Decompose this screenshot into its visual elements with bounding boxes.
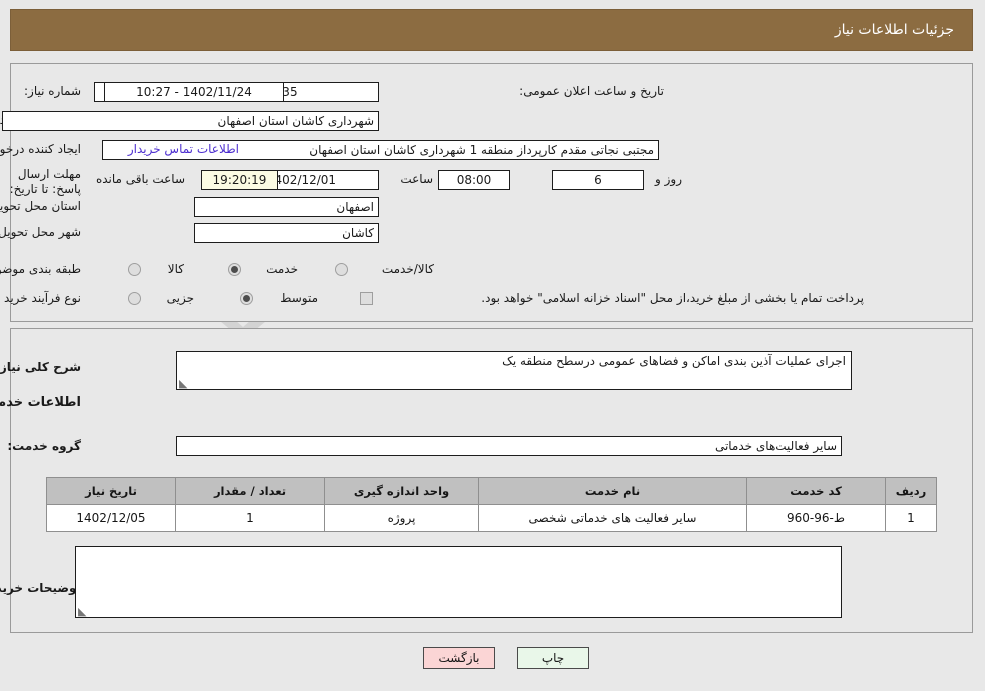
category-label: طبقه بندی موضوعی: xyxy=(0,262,82,276)
radio-process-minor[interactable] xyxy=(129,292,142,305)
cell-row: 1 xyxy=(886,504,938,532)
radio-category-goods[interactable] xyxy=(129,263,142,276)
page-title: جزئیات اطلاعات نیاز xyxy=(835,22,955,38)
table-header-row: ردیف کد خدمت نام خدمت واحد اندازه گیری ت… xyxy=(47,477,938,505)
province-value: اصفهان xyxy=(195,197,380,217)
countdown-value: 19:20:19 xyxy=(202,170,279,190)
table-row: 1 ط-96-960 سایر فعالیت های خدماتی شخصی پ… xyxy=(47,504,938,532)
need-number-label: شماره نیاز: xyxy=(25,84,82,98)
cell-date: 1402/12/05 xyxy=(47,504,177,532)
services-table: ردیف کد خدمت نام خدمت واحد اندازه گیری ت… xyxy=(47,477,938,532)
city-label: شهر محل تحویل: xyxy=(0,225,82,239)
remaining-hours-label: ساعت باقی مانده xyxy=(96,172,186,186)
remaining-days-label: روز و xyxy=(656,172,683,186)
process-type-label: نوع فرآیند خرید : xyxy=(0,291,82,305)
service-group-value: سایر فعالیت‌های خدماتی xyxy=(177,436,843,456)
radio-category-goods-service-label: کالا/خدمت xyxy=(382,262,435,276)
service-section-heading: اطلاعات خدمات مورد نیاز xyxy=(0,395,82,410)
cell-unit: پروژه xyxy=(325,504,480,532)
back-button[interactable]: بازگشت xyxy=(424,647,496,669)
buyer-contact-link[interactable]: اطلاعات تماس خریدار xyxy=(129,142,240,156)
col-row: ردیف xyxy=(886,477,938,505)
col-name: نام خدمت xyxy=(479,477,748,505)
buyer-org-value: شهرداری کاشان استان اصفهان xyxy=(3,111,380,131)
radio-category-goods-service[interactable] xyxy=(336,263,349,276)
col-date: تاریخ نیاز xyxy=(47,477,177,505)
deadline-label: مهلت ارسال پاسخ: تا تاریخ: xyxy=(10,167,82,196)
cell-code: ط-96-960 xyxy=(747,504,887,532)
requester-label: ایجاد کننده درخواست: xyxy=(0,142,82,156)
islamic-treasury-note: پرداخت تمام یا بخشی از مبلغ خرید،از محل … xyxy=(482,291,865,305)
resize-grip-icon[interactable]: ◢ xyxy=(180,377,190,389)
radio-category-service-label: خدمت xyxy=(267,262,299,276)
need-description-label: شرح کلی نیاز: xyxy=(0,360,82,374)
page-header-bar: جزئیات اطلاعات نیاز xyxy=(11,9,974,51)
deadline-time-value: 08:00 xyxy=(439,170,511,190)
radio-process-medium-label: متوسط xyxy=(281,291,319,305)
announce-date-value: 1402/11/24 - 10:27 xyxy=(105,82,285,102)
deadline-hour-label: ساعت xyxy=(401,172,434,186)
city-value: کاشان xyxy=(195,223,380,243)
service-group-label: گروه خدمت: xyxy=(8,439,82,453)
radio-process-minor-label: جزیی xyxy=(167,291,195,305)
print-button[interactable]: چاپ xyxy=(518,647,590,669)
need-description-value: اجرای عملیات آذین بندی اماکن و فضاهای عم… xyxy=(503,354,847,368)
checkbox-islamic-treasury[interactable] xyxy=(361,292,374,305)
buyer-notes-label: توضیحات خریدار: xyxy=(0,581,82,595)
need-description-textarea[interactable]: اجرای عملیات آذین بندی اماکن و فضاهای عم… xyxy=(177,351,853,390)
remaining-days-value: 6 xyxy=(553,170,645,190)
col-unit: واحد اندازه گیری xyxy=(325,477,480,505)
cell-qty: 1 xyxy=(176,504,326,532)
buyer-notes-textarea[interactable]: ◢ xyxy=(76,546,843,618)
radio-category-service[interactable] xyxy=(229,263,242,276)
cell-name: سایر فعالیت های خدماتی شخصی xyxy=(479,504,748,532)
radio-process-medium[interactable] xyxy=(241,292,254,305)
province-label: استان محل تحویل: xyxy=(0,199,82,213)
radio-category-goods-label: کالا xyxy=(168,262,185,276)
col-qty: تعداد / مقدار xyxy=(176,477,326,505)
col-code: کد خدمت xyxy=(747,477,887,505)
resize-grip-icon-notes[interactable]: ◢ xyxy=(79,605,89,617)
announce-date-label: تاریخ و ساعت اعلان عمومی: xyxy=(520,84,665,98)
